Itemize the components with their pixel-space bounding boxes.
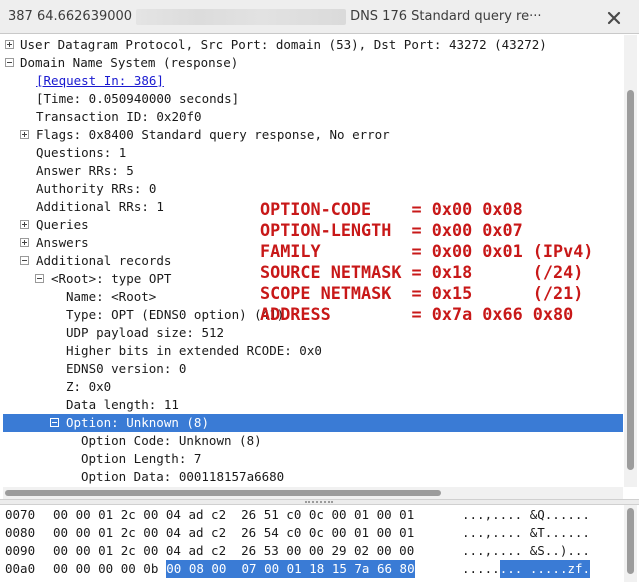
tree-row-label: Higher bits in extended RCODE: 0x0 xyxy=(66,343,322,358)
hex-bytes[interactable]: 00 00 01 2c 00 04 ad c2 26 53 00 00 29 0… xyxy=(53,542,414,560)
expand-icon[interactable] xyxy=(20,130,29,139)
tree-row-label: EDNS0 version: 0 xyxy=(66,361,187,376)
tree-row[interactable]: [Request In: 386] xyxy=(3,72,623,90)
hex-offset: 0080 xyxy=(5,525,36,540)
expand-icon[interactable] xyxy=(20,238,29,247)
tree-row-label: UDP payload size: 512 xyxy=(66,325,225,340)
ascii-bytes[interactable]: ..... xyxy=(462,560,500,578)
hex-bytes[interactable]: 00 00 01 2c 00 04 ad c2 26 54 c0 0c 00 0… xyxy=(53,524,414,542)
expand-icon[interactable] xyxy=(20,220,29,229)
annotation-line: ADDRESS = 0x7a 0x66 0x80 xyxy=(260,304,574,324)
hex-bytes[interactable]: 00 00 01 2c 00 04 ad c2 26 51 c0 0c 00 0… xyxy=(53,506,414,524)
tree-row-label: Answer RRs: 5 xyxy=(36,163,134,178)
collapse-icon[interactable] xyxy=(50,418,59,427)
annotation-line: SCOPE NETMASK = 0x15 (/21) xyxy=(260,283,584,303)
tree-row-label: Flags: 0x8400 Standard query response, N… xyxy=(36,127,390,142)
details-scroll-thumb[interactable] xyxy=(627,90,634,470)
tree-row[interactable]: Option: Unknown (8) xyxy=(3,414,623,432)
hex-row[interactable]: 00a0 00 00 00 00 0b 00 08 00 07 00 01 18 … xyxy=(3,560,623,578)
tree-row[interactable]: Z: 0x0 xyxy=(3,378,623,396)
tree-row[interactable]: Flags: 0x8400 Standard query response, N… xyxy=(3,126,623,144)
bytes-vertical-scrollbar[interactable] xyxy=(624,505,637,582)
tree-row-label: Option Data: 000118157a6680 xyxy=(81,469,285,484)
bytes-scroll-thumb[interactable] xyxy=(627,508,634,574)
ascii-bytes[interactable]: ...,.... &S..)... xyxy=(462,542,590,560)
hex-bytes[interactable]: 00 00 00 00 0b xyxy=(53,560,166,578)
tree-row-label: Data length: 11 xyxy=(66,397,179,412)
hex-offset: 0070 xyxy=(5,507,36,522)
packet-bytes-pane[interactable]: 0070 00 00 01 2c 00 04 ad c2 26 51 c0 0c … xyxy=(3,505,623,582)
tree-row[interactable]: Option Length: 7 xyxy=(3,450,623,468)
tree-row[interactable]: Higher bits in extended RCODE: 0x0 xyxy=(3,342,623,360)
tree-row[interactable]: Questions: 1 xyxy=(3,144,623,162)
tree-row-label: Option: Unknown (8) xyxy=(66,415,209,430)
tree-row[interactable]: Data length: 11 xyxy=(3,396,623,414)
tree-row-label: Z: 0x0 xyxy=(66,379,112,394)
tree-row[interactable]: User Datagram Protocol, Src Port: domain… xyxy=(3,36,623,54)
hex-row[interactable]: 0070 00 00 01 2c 00 04 ad c2 26 51 c0 0c … xyxy=(3,506,623,524)
tree-row-label: Questions: 1 xyxy=(36,145,127,160)
tree-row-label: Name: <Root> xyxy=(66,289,157,304)
tree-row-label: [Time: 0.050940000 seconds] xyxy=(36,91,240,106)
details-hscroll-thumb[interactable] xyxy=(5,490,441,496)
hex-bytes-selected[interactable]: 00 08 00 07 00 01 18 15 7a 66 80 xyxy=(166,560,415,578)
tree-row-label: Transaction ID: 0x20f0 xyxy=(36,109,202,124)
ascii-bytes-selected[interactable]: ... .....zf. xyxy=(499,560,591,578)
tree-row-label: User Datagram Protocol, Src Port: domain… xyxy=(20,37,547,52)
tree-row-label: Additional RRs: 1 xyxy=(36,199,164,214)
collapse-icon[interactable] xyxy=(5,58,14,67)
tree-row[interactable]: Option Code: Unknown (8) xyxy=(3,432,623,450)
annotation-line: FAMILY = 0x00 0x01 (IPv4) xyxy=(260,241,594,261)
tree-row[interactable]: Domain Name System (response) xyxy=(3,54,623,72)
ascii-bytes[interactable]: ...,.... &Q...... xyxy=(462,506,590,524)
tree-row[interactable]: UDP payload size: 512 xyxy=(3,324,623,342)
ascii-bytes[interactable]: ...,.... &T...... xyxy=(462,524,590,542)
tree-row-label: Domain Name System (response) xyxy=(20,55,239,70)
tree-row-label: Authority RRs: 0 xyxy=(36,181,157,196)
details-horizontal-scrollbar[interactable] xyxy=(3,487,623,499)
hex-row[interactable]: 0090 00 00 01 2c 00 04 ad c2 26 53 00 00 … xyxy=(3,542,623,560)
tree-row[interactable]: Authority RRs: 0 xyxy=(3,180,623,198)
annotation-line: OPTION-LENGTH = 0x00 0x07 xyxy=(260,220,523,240)
tree-row-label: Option Length: 7 xyxy=(81,451,202,466)
request-link[interactable]: [Request In: 386] xyxy=(36,72,164,90)
annotation-line: SOURCE NETMASK = 0x18 (/24) xyxy=(260,262,584,282)
tree-row-label: Type: OPT (EDNS0 option) (41) xyxy=(66,307,285,322)
tree-row[interactable]: EDNS0 version: 0 xyxy=(3,360,623,378)
collapse-icon[interactable] xyxy=(20,256,29,265)
tree-row-label: Additional records xyxy=(36,253,172,268)
tree-row-label: <Root>: type OPT xyxy=(51,271,172,286)
tree-row[interactable]: Transaction ID: 0x20f0 xyxy=(3,108,623,126)
tree-row[interactable]: Option Data: 000118157a6680 xyxy=(3,468,623,486)
expand-icon[interactable] xyxy=(5,40,14,49)
details-vertical-scrollbar[interactable] xyxy=(624,35,637,487)
window-title: 387 64.662639000 DNS 176 Standard query r… xyxy=(8,9,542,25)
title-protocol-info: DNS 176 Standard query re··· xyxy=(350,9,542,24)
tree-row-label: Queries xyxy=(36,217,89,232)
tree-row-label: Option Code: Unknown (8) xyxy=(81,433,262,448)
window-titlebar: 387 64.662639000 DNS 176 Standard query r… xyxy=(0,0,639,34)
tree-row[interactable]: [Time: 0.050940000 seconds] xyxy=(3,90,623,108)
hex-row[interactable]: 0080 00 00 01 2c 00 04 ad c2 26 54 c0 0c … xyxy=(3,524,623,542)
redacted-address xyxy=(136,9,347,25)
annotation-line: OPTION-CODE = 0x00 0x08 xyxy=(260,199,523,219)
hex-offset: 00a0 xyxy=(5,561,36,576)
collapse-icon[interactable] xyxy=(35,274,44,283)
close-icon[interactable] xyxy=(606,10,622,26)
tree-row[interactable]: Answer RRs: 5 xyxy=(3,162,623,180)
hex-offset: 0090 xyxy=(5,543,36,558)
tree-row-label: Answers xyxy=(36,235,89,250)
title-frame-info: 387 64.662639000 xyxy=(8,9,133,24)
